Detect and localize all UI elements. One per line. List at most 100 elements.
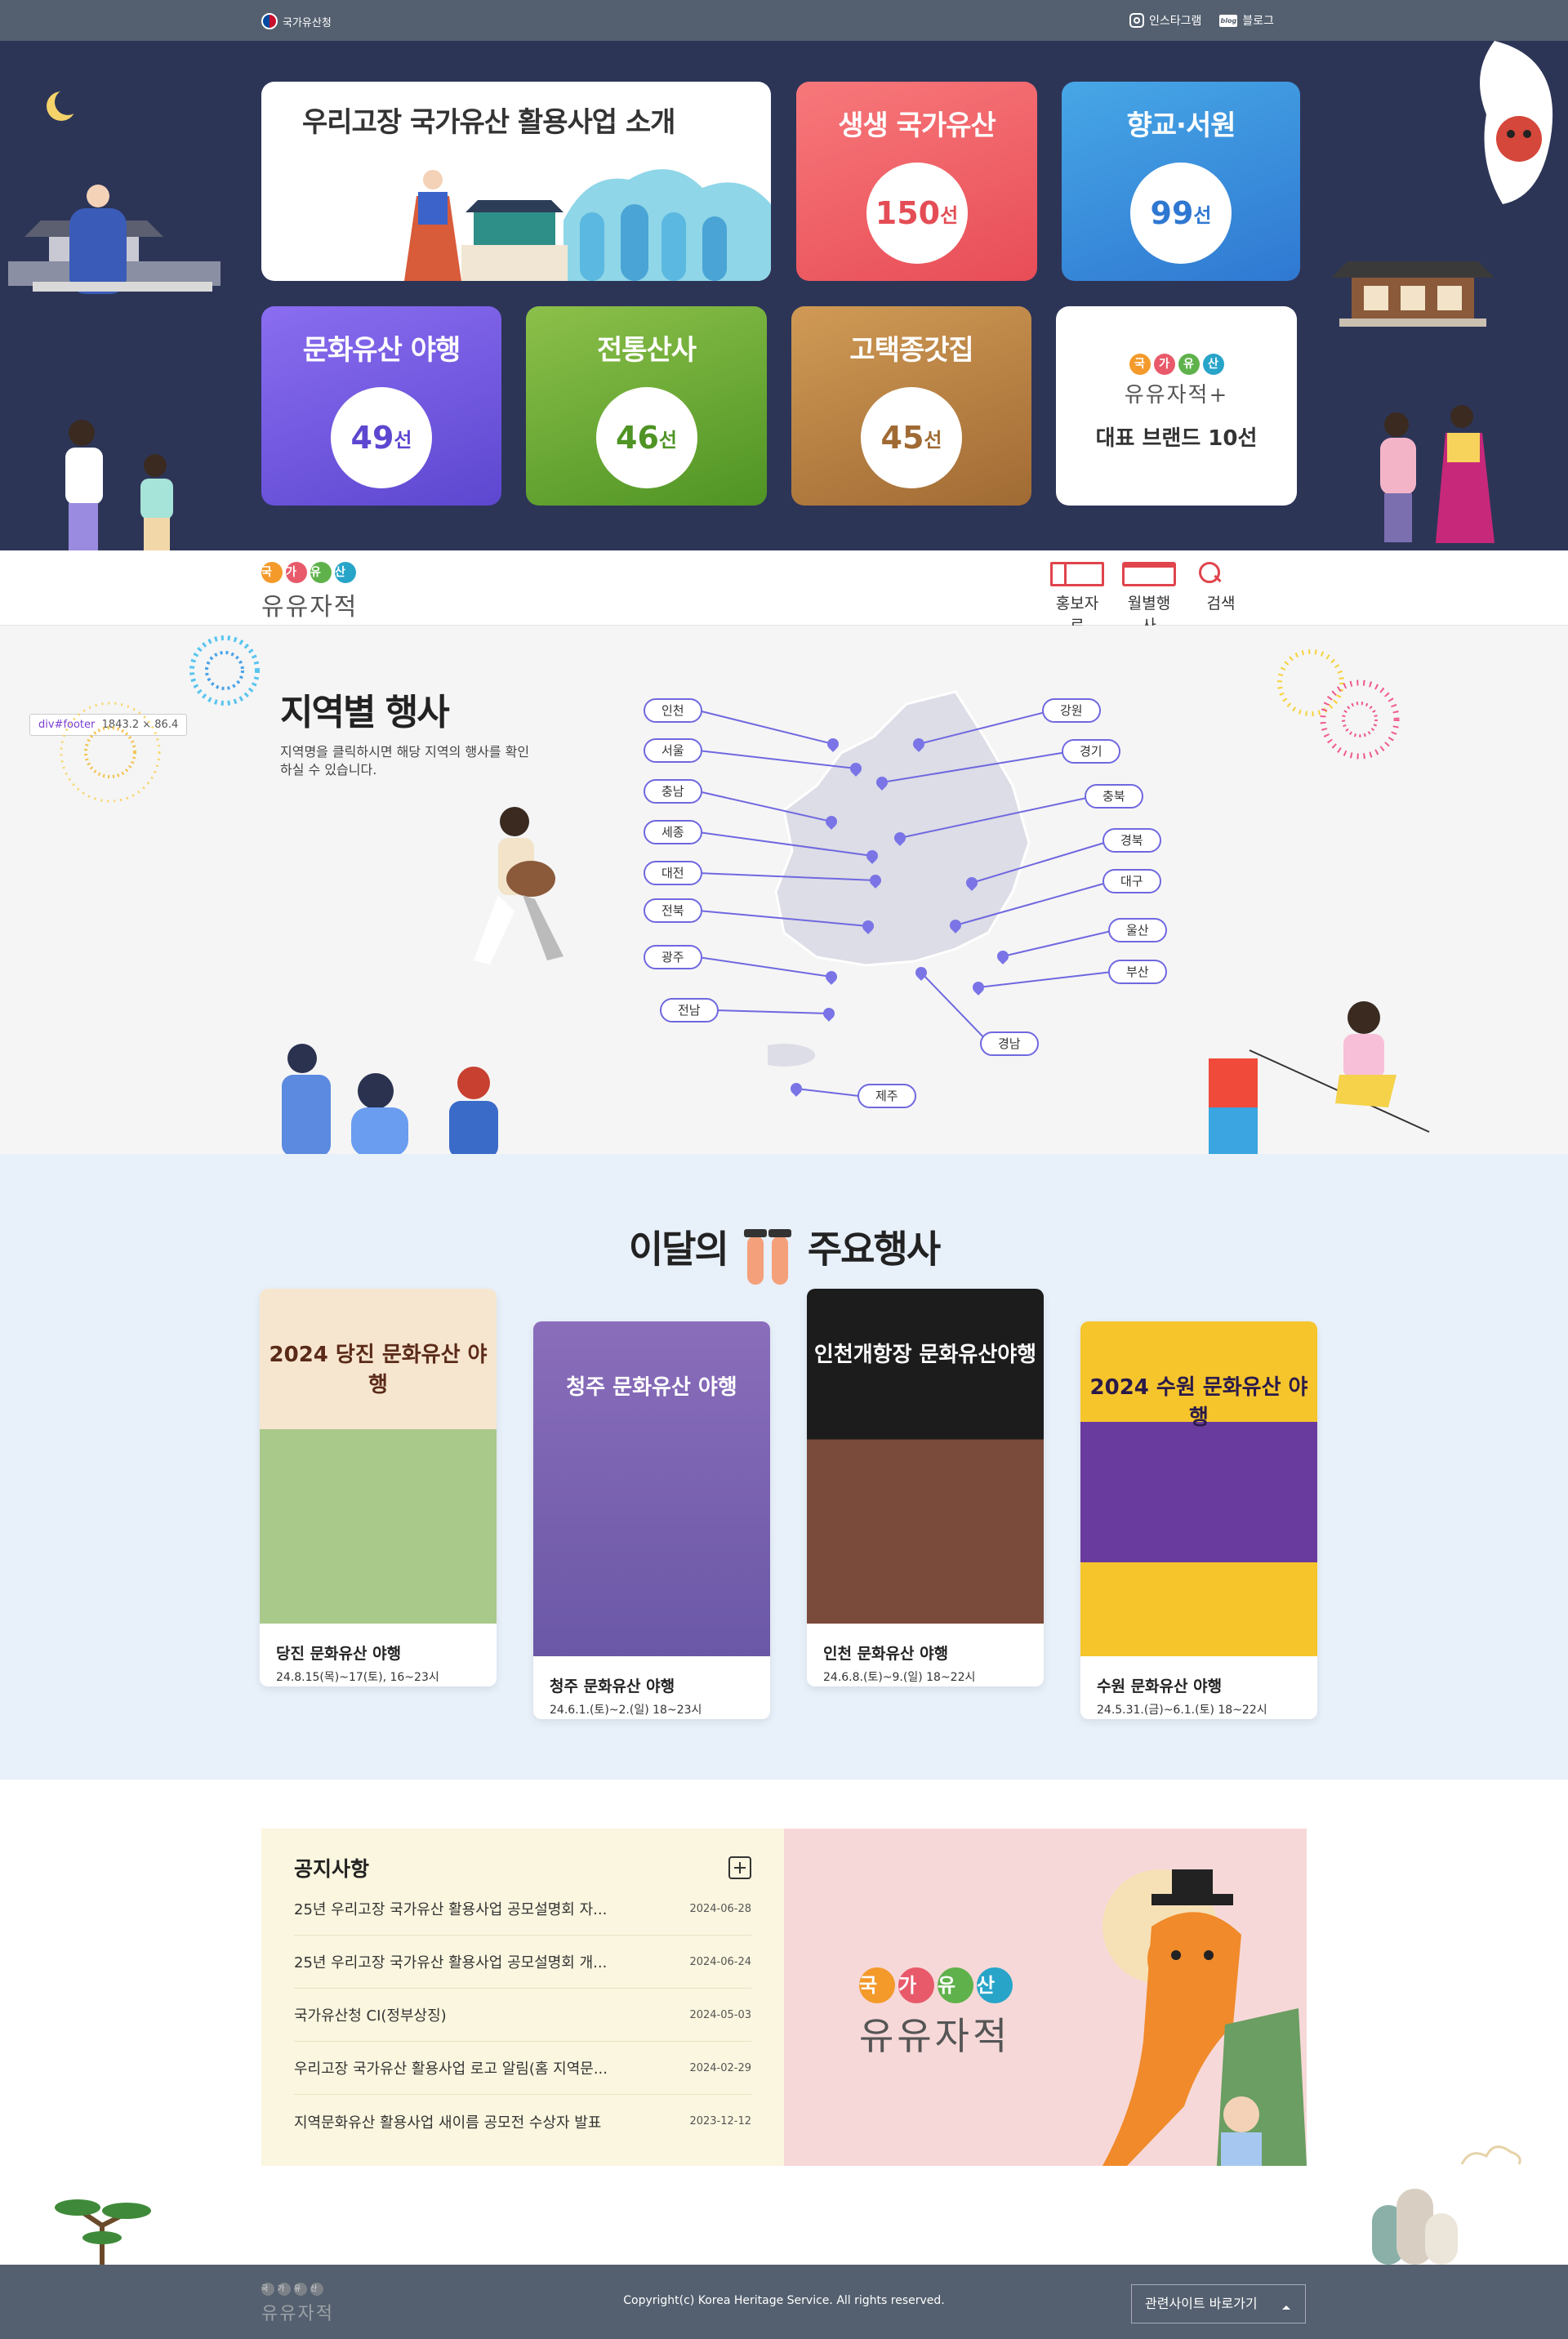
poster-title: 2024 당진 문화유산 야행: [269, 1343, 488, 1397]
logo-dots: 국가유산: [261, 562, 358, 583]
logo-dot: 유: [310, 562, 332, 583]
region-label-jeonnam[interactable]: 전남: [660, 998, 719, 1022]
notice-row[interactable]: 25년 우리고장 국가유산 활용사업 공모설명회 자... 2024-06-28: [294, 1882, 751, 1936]
notice-row[interactable]: 지역문화유산 활용사업 새이름 공모전 수상자 발표 2023-12-12: [294, 2095, 751, 2148]
card-count: 46 선: [595, 387, 697, 488]
event-card[interactable]: 인천개항장 문화유산야행 인천 문화유산 야행 24.6.8.(토)~9.(일)…: [807, 1289, 1044, 1686]
notice-row[interactable]: 국가유산청 CI(정부상징) 2024-05-03: [294, 1989, 751, 2042]
event-poster: 2024 당진 문화유산 야행: [260, 1289, 497, 1624]
events-title-left: 이달의: [628, 1227, 729, 1272]
tiger-illustration: [1102, 1869, 1307, 2166]
promo-banner[interactable]: 국가유산 유유자적: [784, 1829, 1307, 2166]
mask-dancer-illustration: [1480, 41, 1553, 204]
nav-item-search[interactable]: 검색: [1194, 562, 1248, 635]
region-label-sejong[interactable]: 세종: [644, 820, 702, 844]
intro-card[interactable]: 우리고장 국가유산 활용사업 소개: [261, 82, 771, 281]
card-title: 향교·서원: [1126, 109, 1236, 142]
event-name: 당진 문화유산 야행: [276, 1645, 402, 1663]
hero-card-night[interactable]: 문화유산 야행 49 선: [261, 306, 501, 506]
poster-title: 청주 문화유산 야행: [566, 1375, 737, 1400]
card-count: 45 선: [861, 387, 962, 488]
promo-logo: 국가유산 유유자적: [859, 1967, 1013, 2061]
nav-item-monthly[interactable]: 월별행사: [1122, 562, 1176, 635]
promo-dot: 가: [898, 1967, 934, 2003]
hero-card-temple[interactable]: 전통산사 46 선: [526, 306, 767, 506]
region-label-incheon[interactable]: 인천: [644, 698, 702, 723]
card-count-num: 49: [350, 420, 394, 456]
notice-text: 국가유산청 CI(정부상징): [294, 2007, 447, 2025]
nav-label: 검색: [1206, 595, 1236, 613]
region-label-daejeon[interactable]: 대전: [644, 861, 702, 885]
notice-date: 2024-06-24: [689, 1955, 751, 1968]
event-card[interactable]: 2024 수원 문화유산 야행 수원 문화유산 야행 24.5.31.(금)~6…: [1080, 1321, 1317, 1719]
promo-dots: 국가유산: [859, 1967, 1013, 2003]
event-poster: 청주 문화유산 야행: [533, 1321, 770, 1656]
related-sites-select[interactable]: 관련사이트 바로가기: [1131, 2284, 1306, 2323]
card-count: 99 선: [1130, 163, 1232, 264]
card-count-unit: 선: [394, 428, 412, 452]
card-count: 150 선: [866, 163, 968, 264]
notice-header: 공지사항: [294, 1853, 751, 1882]
region-label-seoul[interactable]: 서울: [644, 738, 702, 763]
search-icon: [1194, 562, 1248, 586]
region-label-ulsan[interactable]: 울산: [1108, 918, 1167, 942]
hanbok-couple-illustration: [1380, 405, 1494, 543]
event-card[interactable]: 청주 문화유산 야행 청주 문화유산 야행 24.6.1.(토)~2.(일) 1…: [533, 1321, 770, 1719]
hero-card-saengsaeng[interactable]: 생생 국가유산 150 선: [796, 82, 1037, 281]
card-count-num: 45: [880, 420, 924, 456]
intro-title: 우리고장 국가유산 활용사업 소개: [302, 106, 675, 139]
gov-label: 국가유산청: [283, 16, 332, 29]
stone-arch-icon: [1372, 2189, 1458, 2265]
book-icon: [1050, 562, 1104, 586]
region-label-daegu[interactable]: 대구: [1102, 869, 1161, 893]
card-count-num: 99: [1150, 195, 1194, 231]
intro-illustration: [404, 169, 771, 281]
region-label-gwangju[interactable]: 광주: [644, 945, 702, 969]
region-label-chungbuk[interactable]: 충북: [1085, 784, 1143, 809]
brand-dot: 산: [1202, 354, 1224, 375]
hero-card-gotaek[interactable]: 고택종갓집 45 선: [791, 306, 1031, 506]
region-label-gyeonggi[interactable]: 경기: [1062, 739, 1120, 764]
events-title: 이달의 주요행사: [0, 1219, 1568, 1285]
notice-row[interactable]: 우리고장 국가유산 활용사업 로고 알림(홈 지역문... 2024-02-29: [294, 2042, 751, 2095]
region-label-jeonbuk[interactable]: 전북: [644, 898, 702, 923]
more-plus-icon[interactable]: [728, 1856, 751, 1879]
calendar-icon: [1122, 562, 1176, 586]
poster-title: 인천개항장 문화유산야행: [813, 1343, 1037, 1367]
brand-dot: 가: [1153, 354, 1175, 375]
notice-date: 2024-05-03: [689, 2008, 751, 2021]
nav-item-promo[interactable]: 홍보자료: [1050, 562, 1104, 635]
region-label-jeju[interactable]: 제주: [858, 1084, 916, 1108]
blog-icon: blog: [1219, 14, 1238, 27]
hanok-illustration: [1331, 261, 1494, 327]
instagram-label: 인스타그램: [1148, 15, 1202, 28]
region-label-busan[interactable]: 부산: [1108, 960, 1167, 984]
event-date: 24.8.15(목)~17(토), 16~23시: [276, 1671, 439, 1684]
hero-card-hyanggyo[interactable]: 향교·서원 99 선: [1062, 82, 1300, 281]
instagram-link[interactable]: 인스타그램: [1129, 12, 1201, 29]
blog-link[interactable]: blog 블로그: [1219, 12, 1274, 29]
notice-text: 25년 우리고장 국가유산 활용사업 공모설명회 자...: [294, 1901, 608, 1918]
card-title: 문화유산 야행: [302, 334, 461, 367]
hero-card-brand[interactable]: 국가유산 유유자적+ 대표 브랜드 10선: [1056, 306, 1297, 506]
region-label-gyeongnam[interactable]: 경남: [980, 1031, 1039, 1056]
card-count: 49 선: [331, 387, 432, 488]
events-title-right: 주요행사: [807, 1227, 941, 1272]
event-card[interactable]: 2024 당진 문화유산 야행 당진 문화유산 야행 24.8.15(목)~17…: [260, 1289, 497, 1686]
poster-title: 2024 수원 문화유산 야행: [1089, 1375, 1308, 1430]
palace-illustration: [8, 185, 220, 294]
region-label-gangwon[interactable]: 강원: [1042, 698, 1101, 723]
tourists-illustration: [65, 420, 173, 554]
brand-dots: 국가유산: [1056, 354, 1297, 375]
brand-dot: 국: [1129, 354, 1151, 375]
page: 국가유산청 인스타그램 blog 블로그 우리고장 국가유산 활용사업 소개 생…: [0, 0, 1568, 2339]
notice-date: 2023-12-12: [689, 2115, 751, 2127]
sns-links: 인스타그램 blog 블로그: [1129, 12, 1274, 29]
region-label-gyeongbuk[interactable]: 경북: [1102, 828, 1161, 853]
gov-link[interactable]: 국가유산청: [261, 13, 332, 29]
region-label-chungnam[interactable]: 충남: [644, 779, 702, 804]
site-logo[interactable]: 국가유산 유유자적: [261, 562, 358, 622]
moon-icon: [47, 89, 81, 121]
notice-row[interactable]: 25년 우리고장 국가유산 활용사업 공모설명회 개... 2024-06-24: [294, 1936, 751, 1989]
gov-emblem-icon: [261, 13, 278, 29]
